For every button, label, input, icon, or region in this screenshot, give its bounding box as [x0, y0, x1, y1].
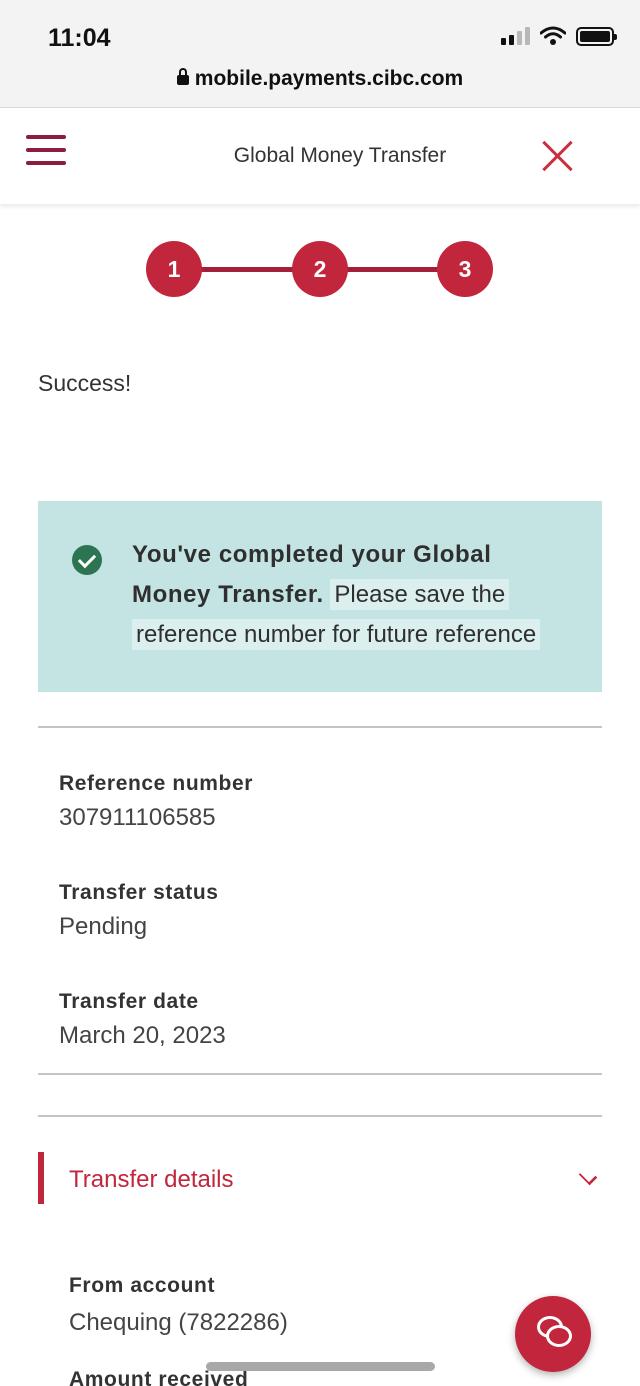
step-2: 2 [292, 241, 348, 297]
banner-message-2: reference number for future reference [132, 619, 541, 650]
app-header: Global Money Transfer [0, 108, 640, 204]
details-accent-bar [38, 1152, 44, 1204]
url-bar[interactable]: mobile.payments.cibc.com [0, 67, 640, 91]
date-label: Transfer date [59, 990, 199, 1013]
banner-text: You've completed your Global Money Trans… [132, 535, 572, 655]
home-indicator [206, 1362, 435, 1371]
lock-icon [176, 68, 189, 85]
status-label: Transfer status [59, 881, 219, 904]
step-1: 1 [146, 241, 202, 297]
browser-top-bar: 11:04 mobile.payments.cibc.com [0, 0, 640, 108]
wifi-icon [540, 26, 566, 45]
chevron-down-icon[interactable] [578, 1166, 598, 1186]
reference-label: Reference number [59, 772, 253, 795]
success-banner: You've completed your Global Money Trans… [38, 501, 602, 692]
close-icon[interactable] [540, 138, 576, 174]
transfer-details-toggle[interactable]: Transfer details [69, 1166, 234, 1194]
progress-stepper: 1 2 3 [146, 241, 494, 297]
chat-icon[interactable] [515, 1296, 591, 1372]
from-account-value: Chequing (7822286) [69, 1309, 288, 1336]
signal-icon [501, 27, 530, 45]
page: 11:04 mobile.payments.cibc.com Global Mo… [0, 0, 640, 1386]
reference-value: 307911106585 [59, 804, 216, 831]
divider [38, 1073, 602, 1075]
check-circle-icon [72, 545, 102, 575]
banner-message-1: Please save the [330, 579, 510, 610]
page-heading: Success! [38, 370, 132, 396]
date-value: March 20, 2023 [59, 1022, 226, 1049]
divider [38, 726, 602, 728]
stepper-line-1 [196, 267, 296, 272]
url-text: mobile.payments.cibc.com [194, 67, 464, 90]
divider [38, 1115, 602, 1117]
status-time: 11:04 [48, 24, 111, 52]
status-icons [501, 26, 617, 46]
battery-icon [576, 26, 617, 46]
step-3: 3 [437, 241, 493, 297]
from-account-label: From account [69, 1274, 216, 1297]
stepper-line-2 [342, 267, 442, 272]
status-value: Pending [59, 913, 148, 940]
